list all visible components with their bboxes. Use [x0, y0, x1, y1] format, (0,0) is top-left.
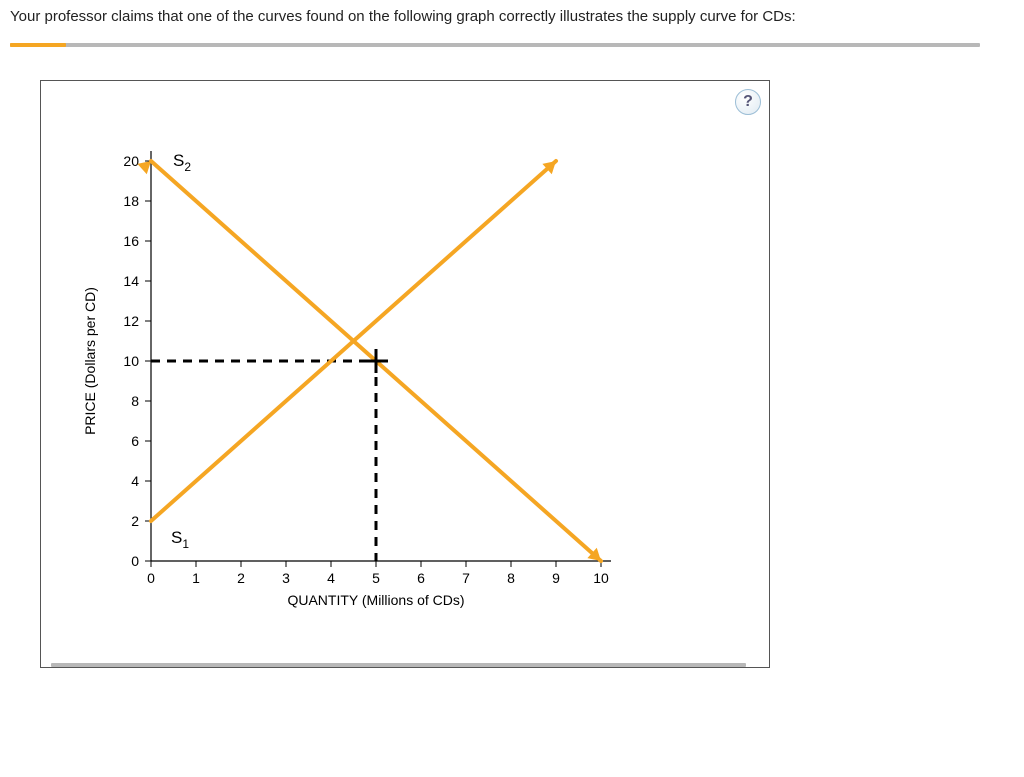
- svg-text:8: 8: [507, 570, 515, 586]
- y-axis-label: PRICE (Dollars per CD): [82, 287, 98, 435]
- svg-text:4: 4: [327, 570, 335, 586]
- svg-text:6: 6: [131, 433, 139, 449]
- divider-bottom: [51, 663, 746, 667]
- svg-text:7: 7: [462, 570, 470, 586]
- svg-text:20: 20: [123, 153, 139, 169]
- svg-text:1: 1: [192, 570, 200, 586]
- svg-text:6: 6: [417, 570, 425, 586]
- curve-s2-label: S2: [173, 151, 191, 174]
- svg-text:12: 12: [123, 313, 139, 329]
- divider-top: [10, 43, 1014, 52]
- svg-text:2: 2: [237, 570, 245, 586]
- svg-text:8: 8: [131, 393, 139, 409]
- svg-text:18: 18: [123, 193, 139, 209]
- x-axis-label: QUANTITY (Millions of CDs): [287, 592, 464, 608]
- svg-text:14: 14: [123, 273, 139, 289]
- svg-text:5: 5: [372, 570, 380, 586]
- svg-text:9: 9: [552, 570, 560, 586]
- question-text: Your professor claims that one of the cu…: [10, 8, 1014, 25]
- chart-panel: ? 0 1 2 3 4 5 6: [40, 80, 770, 668]
- y-ticks: 0 2 4 6 8 10 12 14 16 18 20: [123, 153, 151, 569]
- svg-text:0: 0: [131, 553, 139, 569]
- svg-text:4: 4: [131, 473, 139, 489]
- svg-text:10: 10: [593, 570, 609, 586]
- svg-text:3: 3: [282, 570, 290, 586]
- svg-text:10: 10: [123, 353, 139, 369]
- svg-text:0: 0: [147, 570, 155, 586]
- svg-text:16: 16: [123, 233, 139, 249]
- curve-s1-label: S1: [171, 528, 189, 551]
- x-ticks: 0 1 2 3 4 5 6 7 8 9 10: [147, 561, 609, 586]
- svg-text:2: 2: [131, 513, 139, 529]
- supply-chart[interactable]: 0 1 2 3 4 5 6 7 8 9 10: [51, 91, 751, 651]
